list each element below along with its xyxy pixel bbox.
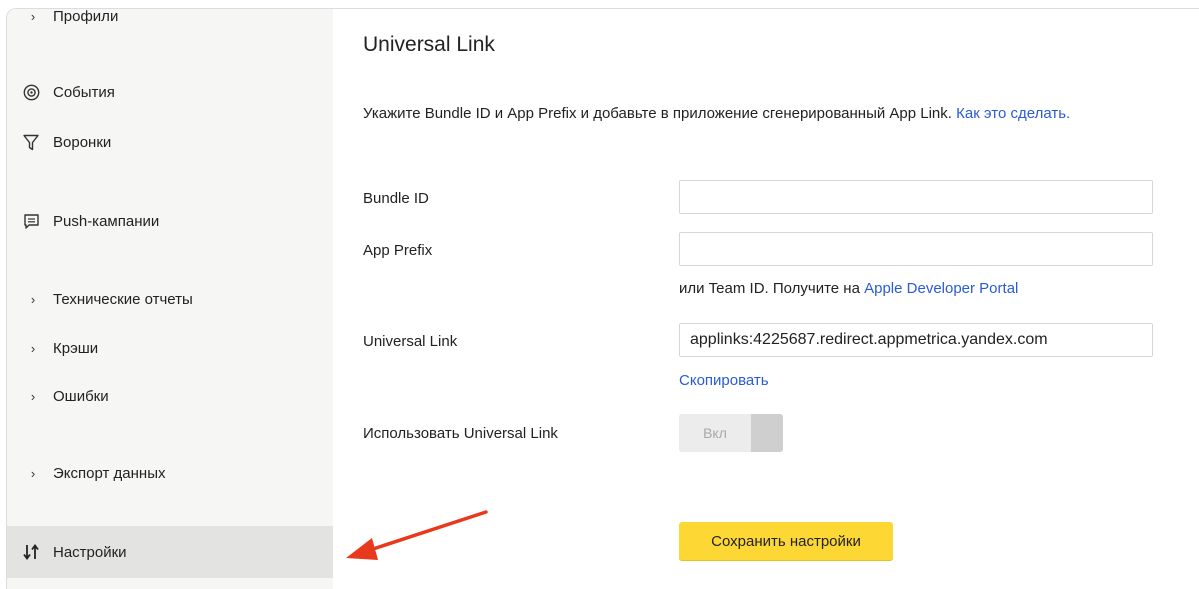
page-title: Universal Link xyxy=(363,33,495,56)
app-prefix-input[interactable] xyxy=(679,232,1153,266)
sidebar-item-label: События xyxy=(53,83,115,101)
sidebar-item-label: Настройки xyxy=(53,543,127,561)
settings-panel: Universal Link Укажите Bundle ID и App P… xyxy=(333,9,1199,589)
sidebar: › Профили События Воронки Push-кампании … xyxy=(7,9,333,589)
chevron-right-icon: › xyxy=(30,8,36,24)
bundle-id-label: Bundle ID xyxy=(363,190,429,207)
sidebar-item-label: Ошибки xyxy=(53,387,109,405)
sidebar-item-funnels[interactable]: Воронки xyxy=(7,122,333,162)
hint-text: или Team ID. Получите на xyxy=(679,280,860,297)
description-text: Укажите Bundle ID и App Prefix и добавьт… xyxy=(363,105,952,122)
sidebar-item-label: Крэши xyxy=(53,339,99,357)
sidebar-item-profiles[interactable]: › Профили xyxy=(7,8,333,36)
app-prefix-hint: или Team ID. Получите на Apple Developer… xyxy=(679,280,1018,297)
use-universal-link-label: Использовать Universal Link xyxy=(363,425,558,442)
universal-link-toggle[interactable]: Вкл xyxy=(679,414,783,452)
sidebar-item-settings[interactable]: Настройки xyxy=(7,526,333,578)
toggle-knob xyxy=(751,414,783,452)
app-frame: › Профили События Воронки Push-кампании … xyxy=(6,8,1199,589)
sidebar-item-tech-reports[interactable]: › Технические отчеты xyxy=(7,279,333,319)
copy-link[interactable]: Скопировать xyxy=(679,372,769,389)
universal-link-label: Universal Link xyxy=(363,333,458,350)
sidebar-item-push[interactable]: Push-кампании xyxy=(7,201,333,241)
message-icon xyxy=(20,213,42,230)
sidebar-item-label: Технические отчеты xyxy=(53,290,193,308)
chevron-right-icon: › xyxy=(30,465,36,481)
universal-link-field[interactable] xyxy=(679,323,1153,357)
sidebar-item-label: Воронки xyxy=(53,133,112,151)
funnel-icon xyxy=(20,134,42,151)
app-prefix-label: App Prefix xyxy=(363,242,433,259)
apple-developer-portal-link[interactable]: Apple Developer Portal xyxy=(864,280,1018,297)
sidebar-item-events[interactable]: События xyxy=(7,72,333,112)
sidebar-item-label: Экспорт данных xyxy=(53,464,166,482)
chevron-right-icon: › xyxy=(30,388,36,404)
target-icon xyxy=(20,84,42,101)
sidebar-item-errors[interactable]: › Ошибки xyxy=(7,376,333,416)
chevron-right-icon: › xyxy=(30,340,36,356)
bundle-id-input[interactable] xyxy=(679,180,1153,214)
sidebar-item-label: Push-кампании xyxy=(53,212,160,230)
sort-arrows-icon xyxy=(20,543,42,561)
sidebar-item-export[interactable]: › Экспорт данных xyxy=(7,453,333,493)
chevron-right-icon: › xyxy=(30,291,36,307)
description: Укажите Bundle ID и App Prefix и добавьт… xyxy=(363,95,1163,133)
sidebar-item-crashes[interactable]: › Крэши xyxy=(7,328,333,368)
howto-link[interactable]: Как это сделать. xyxy=(956,105,1070,122)
toggle-label: Вкл xyxy=(679,414,751,452)
save-settings-button[interactable]: Сохранить настройки xyxy=(679,522,893,560)
sidebar-item-label: Профили xyxy=(53,8,119,25)
